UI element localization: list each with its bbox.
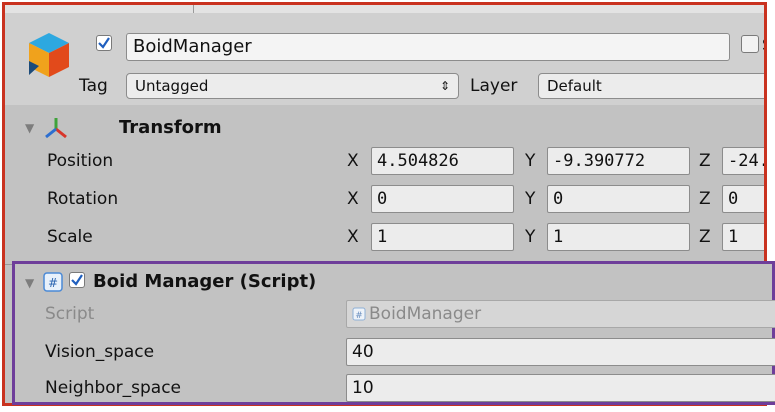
rotation-x-field[interactable]: 0 xyxy=(371,185,514,213)
position-z-field[interactable]: -24. xyxy=(722,147,764,175)
csharp-script-icon: # xyxy=(43,272,63,292)
axis-x-label: X xyxy=(347,189,359,209)
scale-z-field[interactable]: 1 xyxy=(722,223,764,251)
static-label: S xyxy=(762,35,764,54)
active-checkbox[interactable] xyxy=(96,35,112,51)
axis-y-label: Y xyxy=(525,227,536,247)
script-enabled-checkbox[interactable] xyxy=(69,272,85,288)
axis-x-label: X xyxy=(347,227,359,247)
script-field-label: Script xyxy=(45,304,95,324)
svg-text:#: # xyxy=(48,276,58,290)
layer-dropdown[interactable]: Default xyxy=(538,73,764,99)
foldout-arrow-icon[interactable]: ▼ xyxy=(25,121,34,135)
layer-value: Default xyxy=(547,77,602,95)
tab-strip xyxy=(5,5,764,13)
layer-label: Layer xyxy=(470,76,518,96)
scale-x-field[interactable]: 1 xyxy=(371,223,514,251)
script-reference-field: # BoidManager xyxy=(346,300,775,328)
transform-header[interactable]: ▼ Transform xyxy=(5,113,764,145)
axis-z-label: Z xyxy=(699,151,711,171)
neighbor-space-label: Neighbor_space xyxy=(45,378,182,398)
axis-z-label: Z xyxy=(699,227,711,247)
transform-axes-icon xyxy=(45,118,67,139)
position-y-field[interactable]: -9.390772 xyxy=(547,147,690,175)
axis-y-label: Y xyxy=(525,189,536,209)
tag-dropdown[interactable]: Untagged ⇕ xyxy=(126,73,459,99)
tag-value: Untagged xyxy=(135,77,209,95)
svg-text:#: # xyxy=(355,311,363,321)
object-name-field[interactable]: BoidManager xyxy=(126,33,730,61)
scale-y-field[interactable]: 1 xyxy=(547,223,690,251)
tab-divider xyxy=(193,5,194,13)
rotation-y-field[interactable]: 0 xyxy=(547,185,690,213)
rotation-label: Rotation xyxy=(47,189,119,209)
tag-label: Tag xyxy=(79,76,108,96)
axis-z-label: Z xyxy=(699,189,711,209)
script-file-icon: # xyxy=(352,307,366,321)
rotation-z-field[interactable]: 0 xyxy=(722,185,764,213)
foldout-arrow-icon[interactable]: ▼ xyxy=(25,276,34,290)
dropdown-arrow-icon: ⇕ xyxy=(439,79,450,93)
gameobject-cube-icon xyxy=(29,33,69,77)
transform-component: ▼ Transform Position X 4.504826 Y -9.390… xyxy=(5,105,764,265)
scale-label: Scale xyxy=(47,227,93,247)
inspector-header: BoidManager S Tag Untagged ⇕ Layer Defau… xyxy=(5,13,764,106)
position-label: Position xyxy=(47,151,114,171)
neighbor-space-field[interactable]: 10 xyxy=(346,374,775,402)
boid-manager-component: ▼ # Boid Manager (Script) Script # BoidM… xyxy=(12,261,775,405)
position-x-field[interactable]: 4.504826 xyxy=(371,147,514,175)
vision-space-label: Vision_space xyxy=(45,342,155,362)
script-reference-value: BoidManager xyxy=(369,304,482,324)
axis-y-label: Y xyxy=(525,151,536,171)
checkmark-icon xyxy=(71,274,83,286)
transform-title: Transform xyxy=(119,117,222,138)
script-component-header[interactable]: ▼ # Boid Manager (Script) xyxy=(15,268,772,300)
axis-x-label: X xyxy=(347,151,359,171)
static-checkbox[interactable] xyxy=(741,35,759,53)
checkmark-icon xyxy=(98,37,110,49)
vision-space-field[interactable]: 40 xyxy=(346,338,775,366)
script-component-title: Boid Manager (Script) xyxy=(93,271,317,292)
